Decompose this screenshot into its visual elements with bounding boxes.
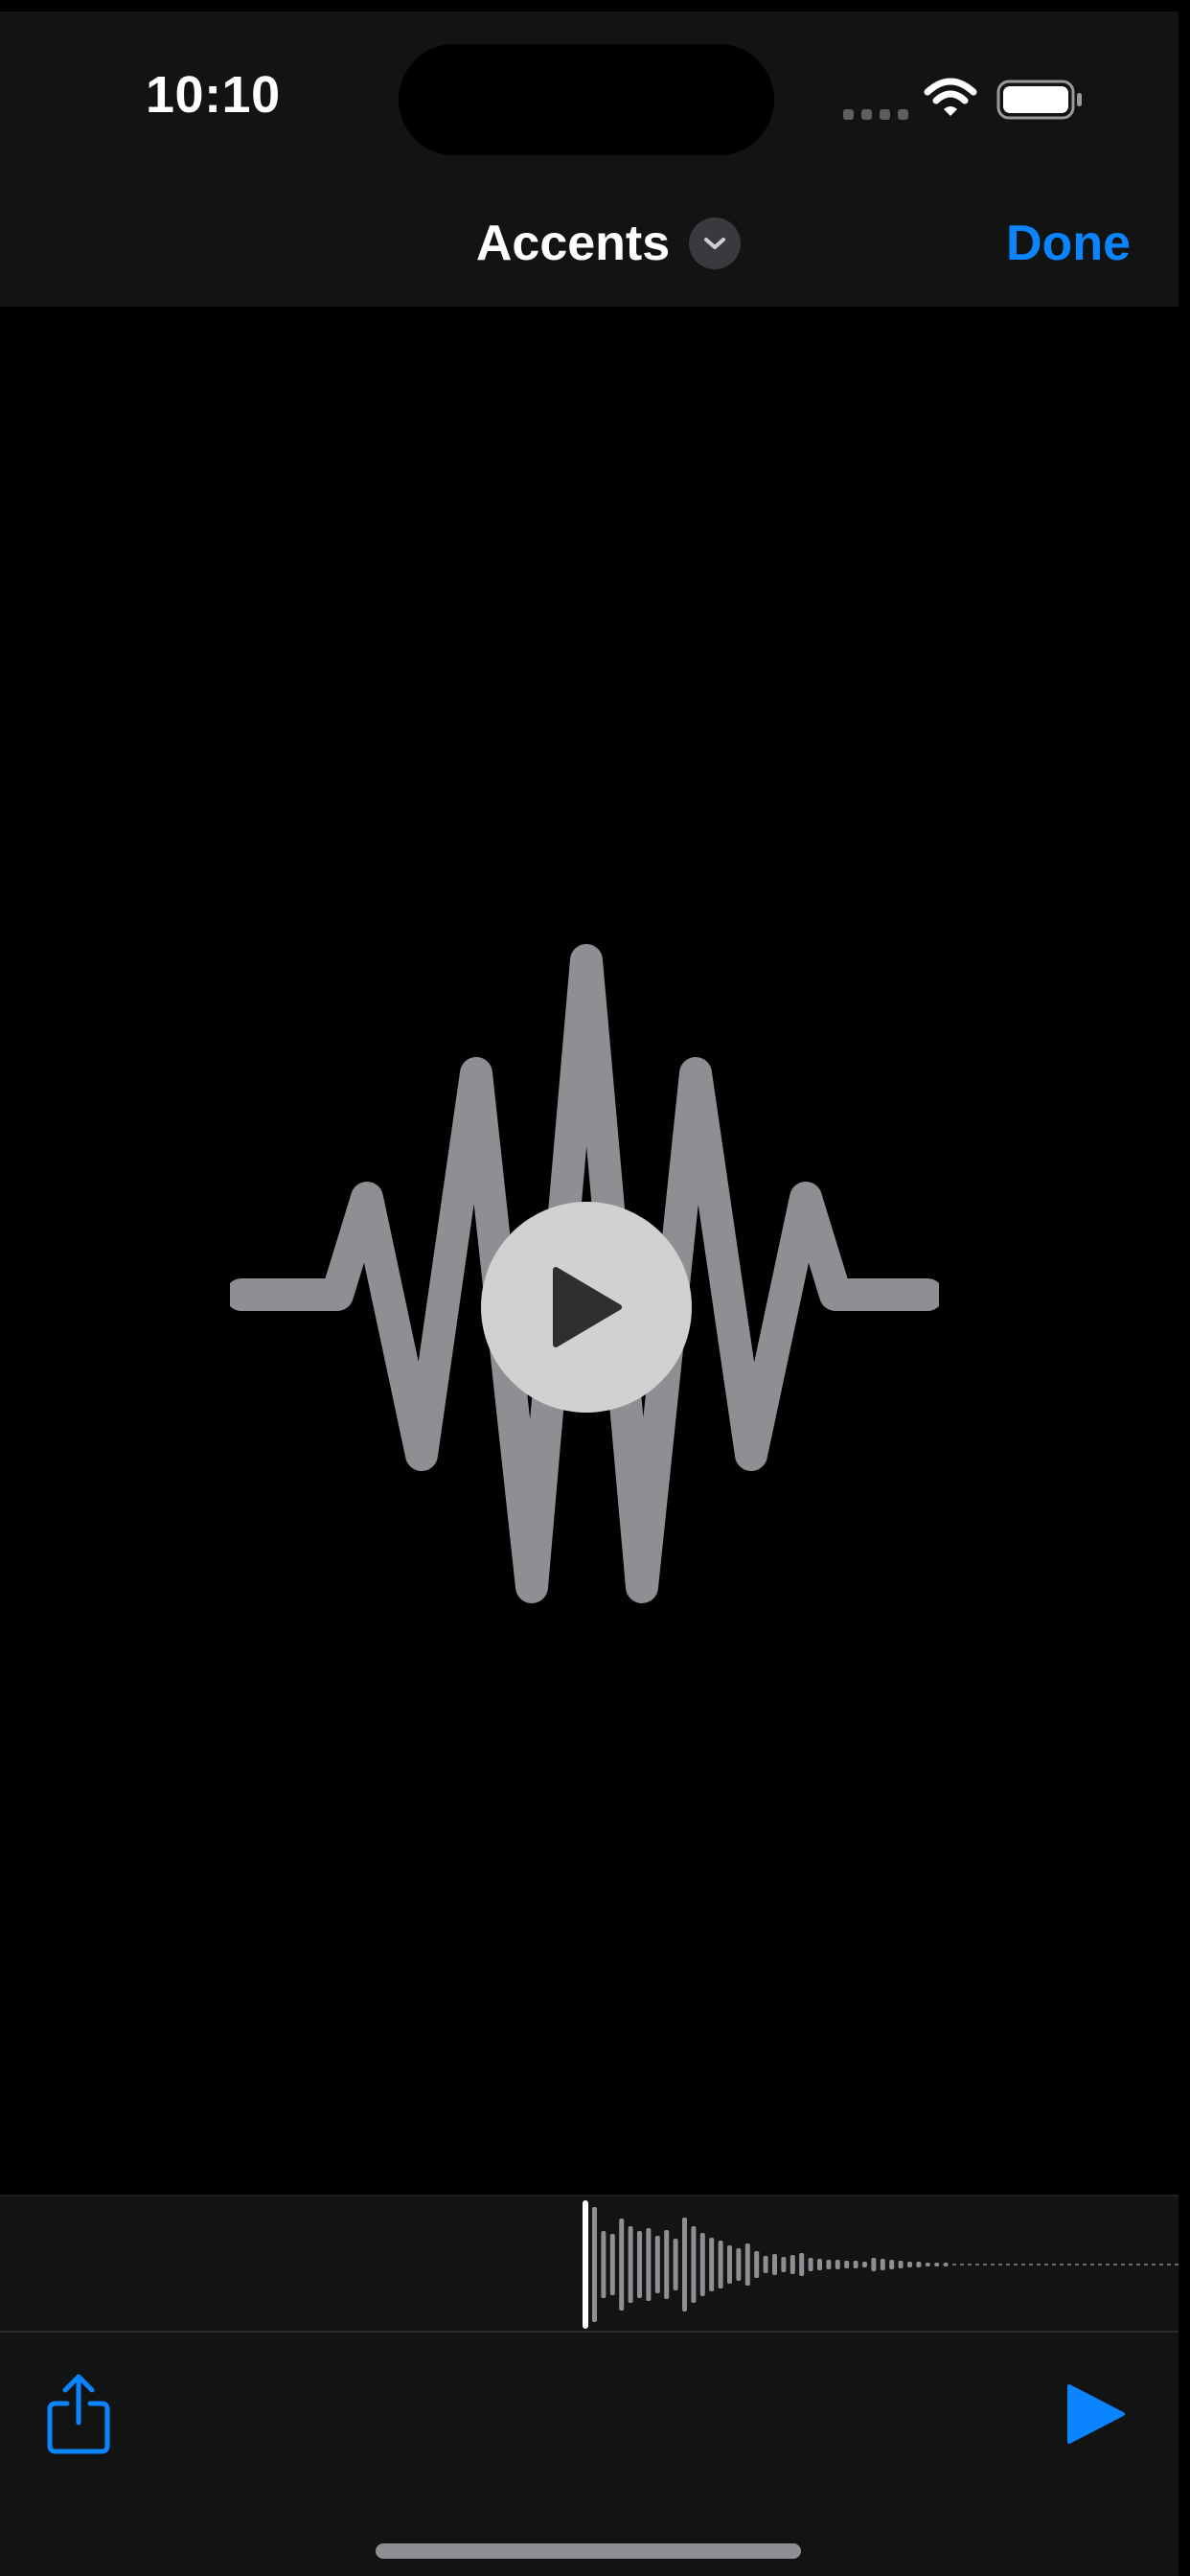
waveform-bar [808,2258,813,2271]
share-icon [47,2374,110,2454]
waveform-bar [826,2260,832,2269]
waveform-track[interactable] [0,2196,1179,2333]
toolbar-play-button[interactable] [1062,2380,1129,2448]
waveform-bar [907,2262,912,2267]
nav-title[interactable]: Accents [476,215,670,272]
waveform-bar [925,2263,930,2266]
waveform-dot [968,2264,972,2266]
waveform-bar [736,2248,742,2281]
waveform-bar [654,2236,660,2293]
waveform-bar [898,2261,904,2268]
waveform-dot [983,2264,987,2266]
waveform-bar [691,2226,697,2303]
waveform-dot [1175,2264,1179,2266]
waveform-bar [646,2228,652,2301]
waveform-dot [1159,2264,1163,2266]
dynamic-island [399,44,774,155]
waveform-bar [889,2260,895,2269]
waveform-dot [1106,2264,1110,2266]
waveform-dot [1129,2264,1133,2266]
waveform-bar [799,2253,805,2276]
waveform-dot [1075,2264,1079,2266]
waveform-dot [1136,2264,1140,2266]
waveform-dot [1014,2264,1018,2266]
waveform-bar [619,2219,625,2311]
waveform-dot [1098,2264,1102,2266]
waveform-bar [609,2234,615,2295]
waveform-bar [817,2259,822,2270]
waveform-dot [1060,2264,1064,2266]
waveform-bar [754,2251,760,2278]
waveform-dot [952,2264,956,2266]
waveform-bar [835,2260,840,2269]
screen: 10:10 Accents Done [0,0,1190,2576]
waveform-scrubber[interactable] [0,2195,1179,2333]
waveform-dot [998,2264,1002,2266]
top-bar: 10:10 Accents Done [0,12,1179,307]
app-surface: 10:10 Accents Done [0,12,1179,2576]
waveform-dot [1144,2264,1148,2266]
waveform-bar [727,2245,732,2284]
battery-icon [996,80,1082,120]
play-icon [1067,2384,1125,2444]
waveform-dot [1029,2264,1033,2266]
waveform-dot [960,2264,964,2266]
waveform-bar [709,2238,715,2291]
waveform-dot [1052,2264,1056,2266]
waveform-bar [862,2262,867,2267]
waveform-dot [1037,2264,1041,2266]
waveform-dot [1113,2264,1117,2266]
waveform-dot [1006,2264,1010,2266]
waveform-bar [744,2243,750,2286]
waveform-bar [781,2257,787,2272]
waveform-bar [844,2261,850,2268]
waveform-bar [592,2207,597,2322]
waveform-dot [1167,2264,1171,2266]
share-button[interactable] [42,2369,115,2457]
waveform-bar [772,2254,777,2275]
waveform-dot [1044,2264,1048,2266]
waveform-dot [1121,2264,1125,2266]
waveform-bar [601,2231,606,2298]
waveform-bar [763,2256,768,2273]
bottom-toolbar [0,2333,1179,2576]
status-time: 10:10 [146,66,281,124]
waveform-bar [871,2258,877,2271]
waveform-bar [673,2239,678,2290]
waveform-dot [1021,2264,1025,2266]
play-icon [553,1267,622,1347]
chevron-down-icon[interactable] [689,218,742,269]
waveform-bar [790,2255,795,2274]
playhead[interactable] [583,2200,588,2329]
waveform-bar [916,2262,922,2267]
waveform-bar [943,2263,949,2266]
waveform-dot [1083,2264,1087,2266]
wifi-icon [924,78,977,116]
waveform-bar [718,2241,723,2288]
waveform-dot [1090,2264,1094,2266]
waveform-bar [628,2226,633,2303]
waveform-bar [699,2233,705,2296]
waveform-bar [853,2261,858,2268]
waveform-bar [934,2263,940,2266]
home-indicator [376,2543,801,2559]
waveform-dot [975,2264,979,2266]
waveform-dot [991,2264,995,2266]
center-play-button[interactable] [481,1202,692,1413]
waveform-dot [1067,2264,1071,2266]
waveform-dot [1152,2264,1156,2266]
waveform-bar [637,2231,642,2298]
waveform-bar [664,2230,670,2299]
waveform-bar [880,2259,885,2270]
done-button[interactable]: Done [1006,215,1131,272]
cellular-icon [843,109,908,120]
waveform-bar [682,2218,687,2312]
nav-title-group[interactable]: Accents [0,215,1179,272]
